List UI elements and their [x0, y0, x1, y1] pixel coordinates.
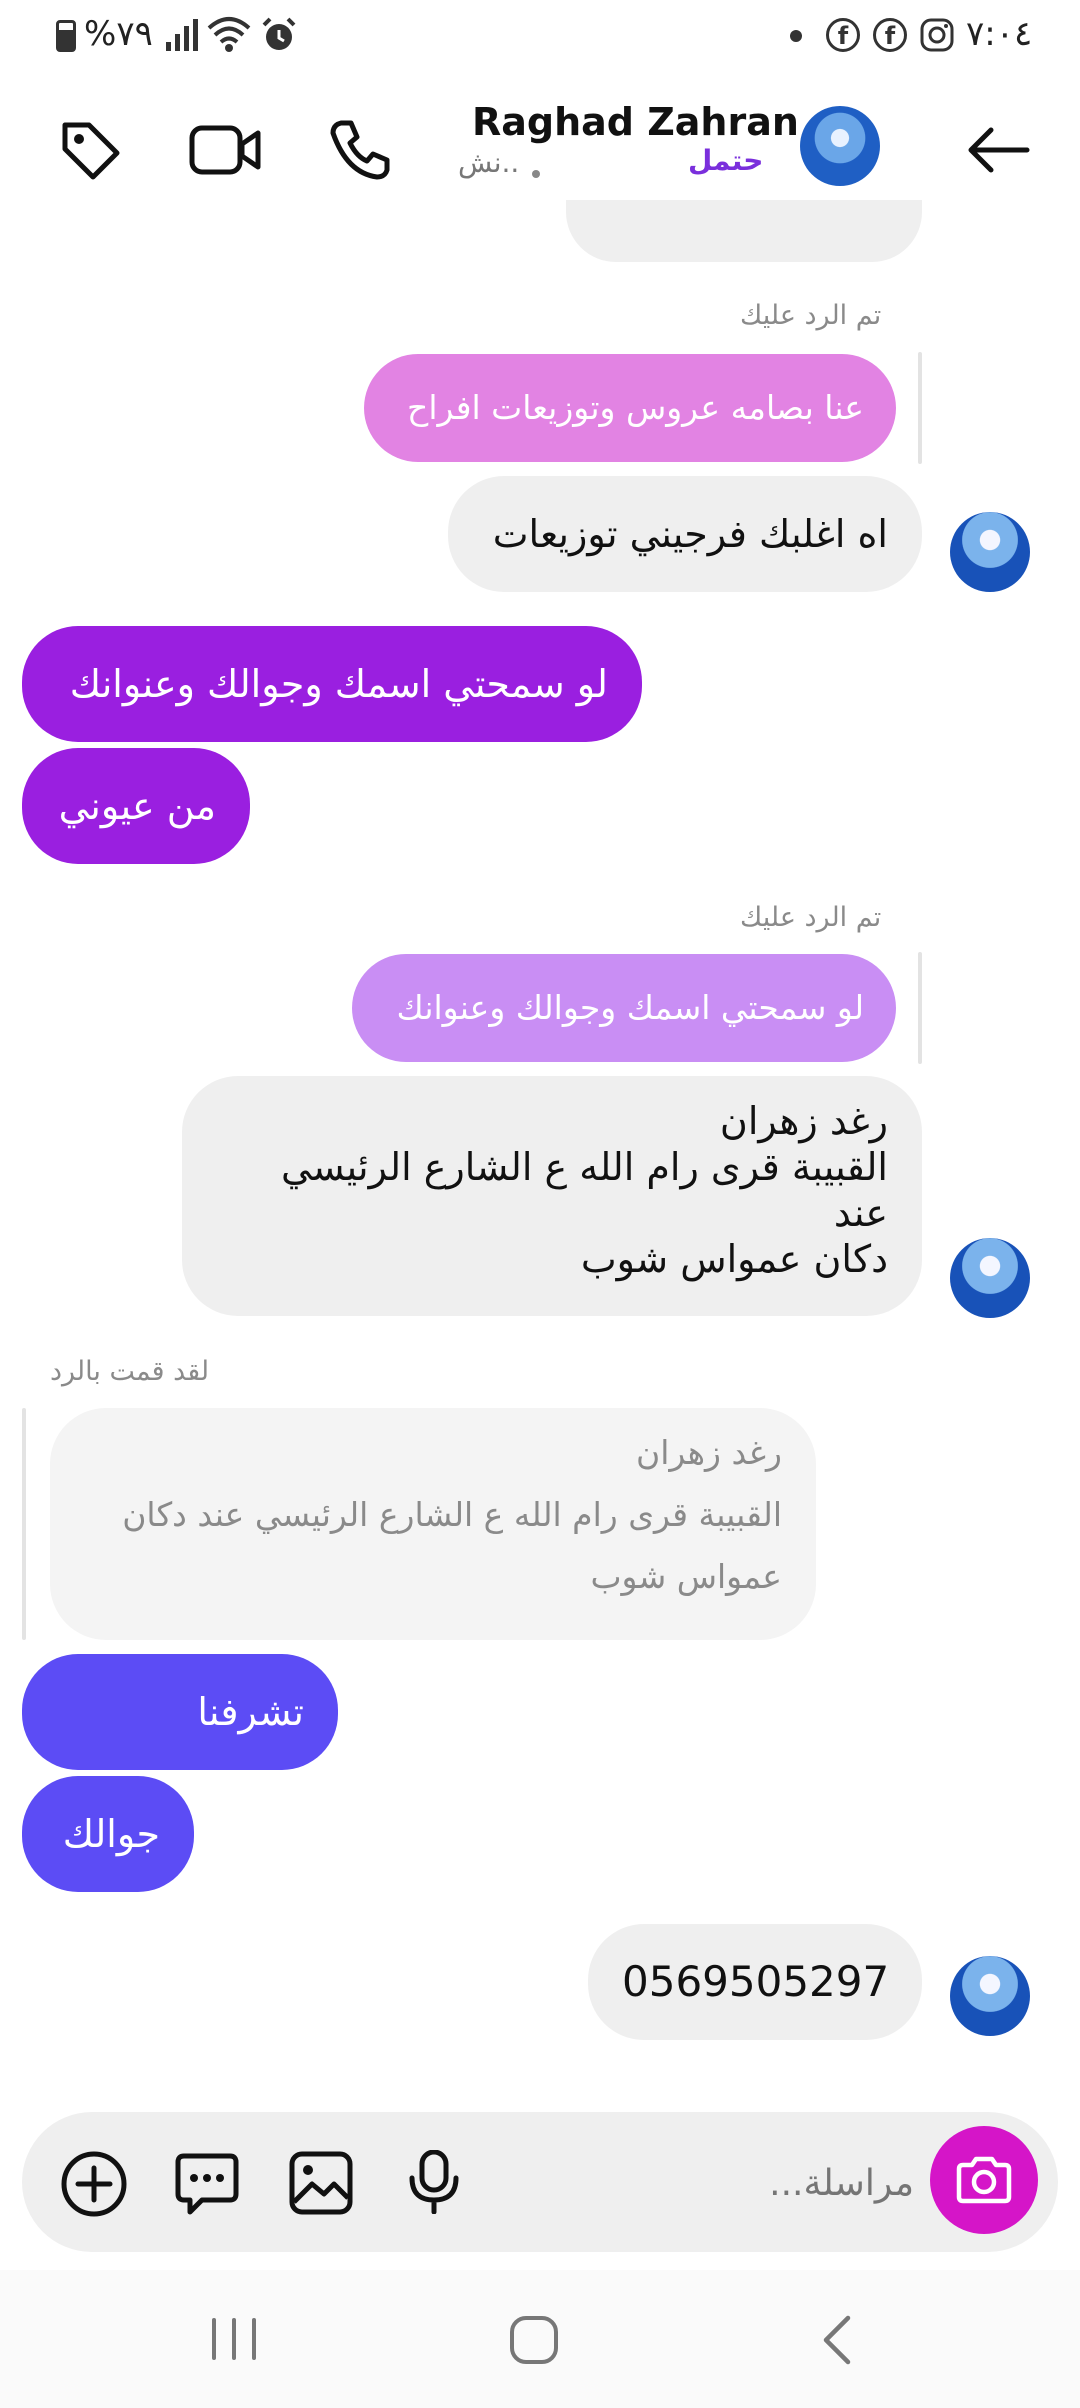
message-composer [22, 2112, 1058, 2252]
sender-avatar [950, 512, 1030, 592]
outgoing-message[interactable]: تشرفنا بمعرفتك [22, 1654, 338, 1850]
message-line: القبيبة قرى رام الله ع الشارع الرئيسي عن… [280, 1145, 888, 1235]
message-input[interactable] [522, 2152, 916, 2214]
notification-dot [790, 30, 802, 42]
alarm-icon [262, 17, 296, 50]
back-arrow-icon[interactable] [958, 110, 1038, 190]
sender-avatar [950, 1238, 1030, 1318]
quote-bar [918, 352, 922, 464]
facebook-icon: f [826, 18, 860, 52]
reply-label: تم الرد عليك [740, 902, 882, 933]
mic-icon[interactable] [406, 2150, 462, 2214]
outgoing-message[interactable]: جوالك [22, 1776, 194, 1892]
plus-icon[interactable] [60, 2150, 128, 2218]
reply-label: لقد قمت بالرد [50, 1356, 210, 1387]
quote-line: القبيبة قرى رام الله ع الشارع الرئيسي عن… [122, 1495, 782, 1534]
sender-avatar [950, 1956, 1030, 2036]
sticker-icon[interactable] [174, 2150, 240, 2216]
message-line: دكان عمواس شوب [580, 1237, 888, 1281]
battery-percent: %٧٩ [84, 14, 153, 54]
outgoing-message[interactable]: من عيوني [22, 748, 250, 864]
clock: ٧:٠٤ [966, 14, 1033, 54]
home-icon[interactable] [508, 2314, 560, 2366]
back-nav-icon[interactable] [818, 2314, 858, 2366]
recent-apps-icon[interactable] [206, 2316, 262, 2362]
system-nav-bar [0, 2270, 1080, 2408]
battery-icon [56, 20, 76, 52]
incoming-message[interactable]: 0569505297 [588, 1924, 922, 2040]
signal-icon [166, 19, 198, 51]
quoted-message[interactable]: عنا بصامه عروس وتوزيعات افراح [364, 354, 896, 462]
wifi-icon [207, 17, 251, 52]
phone-call-icon[interactable] [320, 110, 400, 190]
gallery-icon[interactable] [288, 2150, 354, 2216]
status-dot [532, 170, 540, 178]
tag-icon[interactable] [50, 110, 130, 190]
contact-name[interactable]: Raghad Zahran [472, 100, 799, 144]
camera-icon [956, 2156, 1012, 2204]
quote-bar [22, 1408, 26, 1640]
contact-avatar[interactable] [800, 106, 880, 186]
incoming-message[interactable]: رغد زهران القبيبة قرى رام الله ع الشارع … [182, 1076, 922, 1316]
status-bar: %٧٩ f f ٧:٠٤ [0, 0, 1080, 72]
facebook-icon: f [873, 18, 907, 52]
quote-line: رغد زهران [636, 1433, 782, 1472]
message-line: رغد زهران [719, 1099, 888, 1143]
quote-bar [918, 952, 922, 1064]
incoming-message[interactable]: اه اغلبك فرجيني توزيعات [448, 476, 922, 592]
instagram-icon [920, 18, 954, 52]
camera-button[interactable] [930, 2126, 1038, 2234]
contact-tag: حتمل [688, 144, 764, 177]
quoted-message[interactable]: رغد زهران القبيبة قرى رام الله ع الشارع … [50, 1408, 816, 1640]
outgoing-message[interactable]: لو سمحتي اسمك وجوالك وعنوانك [22, 626, 642, 742]
quoted-message[interactable]: لو سمحتي اسمك وجوالك وعنوانك [352, 954, 896, 1062]
video-call-icon[interactable] [186, 110, 266, 190]
quote-line: عمواس شوب [590, 1557, 782, 1596]
reply-label: تم الرد عليك [740, 300, 882, 331]
contact-status: نش.. [458, 146, 520, 179]
partial-incoming-bubble [566, 200, 922, 262]
